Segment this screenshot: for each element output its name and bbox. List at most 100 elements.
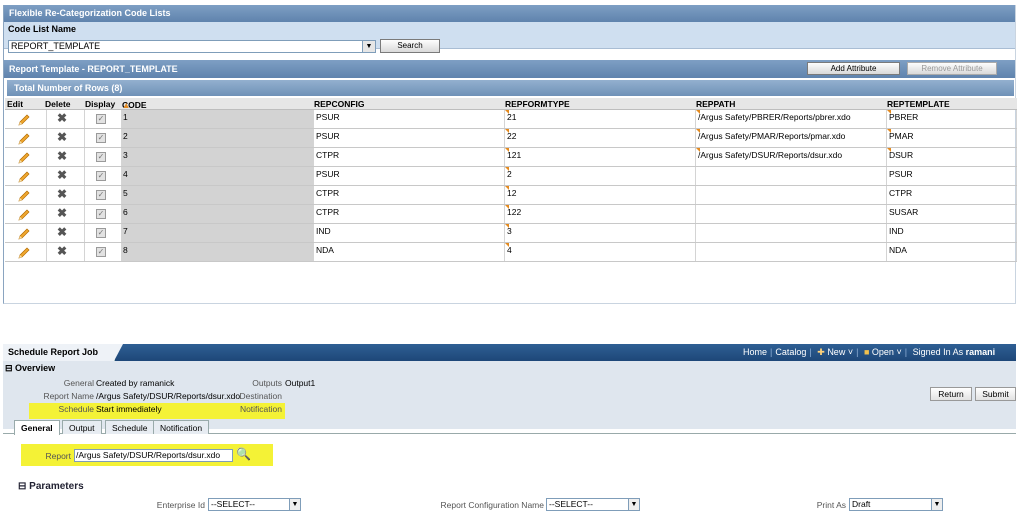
new-menu[interactable]: New bbox=[827, 347, 845, 357]
cell-repformtype[interactable]: 12 bbox=[505, 186, 696, 204]
submit-button[interactable]: Submit bbox=[975, 387, 1016, 401]
report-config-select[interactable]: --SELECT-- ▼ bbox=[546, 498, 640, 511]
cell-repformtype[interactable]: 21 bbox=[505, 110, 696, 128]
tab-notification[interactable]: Notification bbox=[153, 420, 210, 434]
tab-general[interactable]: General bbox=[14, 420, 60, 435]
code-list-select[interactable]: REPORT_TEMPLATE ▼ bbox=[8, 40, 376, 53]
cell-code[interactable]: 4 bbox=[121, 167, 314, 185]
col-repconfig[interactable]: REPCONFIG bbox=[314, 99, 365, 109]
table-row[interactable]: ✖ ✓ 1 PSUR 21/Argus Safety/PBRER/Reports/pbr… bbox=[5, 110, 1017, 129]
add-attribute-button[interactable]: Add Attribute bbox=[807, 62, 900, 75]
cell-code[interactable]: 2 bbox=[121, 129, 314, 147]
cell-repconfig[interactable]: CTPR bbox=[314, 186, 505, 204]
chevron-down-icon[interactable]: ▼ bbox=[362, 41, 375, 52]
cell-repconfig[interactable]: CTPR bbox=[314, 148, 505, 166]
user-name[interactable]: ramani bbox=[966, 347, 996, 357]
delete-icon[interactable]: ✖ bbox=[57, 226, 67, 238]
cell-reptemplate[interactable]: SUSAR bbox=[887, 205, 1017, 223]
cell-reppath[interactable]: /Argus Safety/PBRER/Reports/pbrer.xdo bbox=[696, 110, 887, 128]
edit-pencil-icon[interactable] bbox=[17, 113, 31, 127]
cell-code[interactable]: 3 bbox=[121, 148, 314, 166]
col-reptemplate[interactable]: REPTEMPLATE bbox=[887, 99, 950, 109]
cell-reptemplate[interactable]: CTPR bbox=[887, 186, 1017, 204]
cell-reppath[interactable] bbox=[696, 243, 887, 261]
cell-code[interactable]: 5 bbox=[121, 186, 314, 204]
cell-code[interactable]: 1 bbox=[121, 110, 314, 128]
cell-reptemplate[interactable]: PBRER bbox=[887, 110, 1017, 128]
parameters-title[interactable]: ⊟ Parameters bbox=[18, 481, 84, 492]
cell-reppath[interactable] bbox=[696, 167, 887, 185]
edit-pencil-icon[interactable] bbox=[17, 132, 31, 146]
edit-pencil-icon[interactable] bbox=[17, 189, 31, 203]
delete-icon[interactable]: ✖ bbox=[57, 207, 67, 219]
cell-repformtype[interactable]: 2 bbox=[505, 167, 696, 185]
chevron-down-icon[interactable]: ˅ bbox=[848, 347, 853, 357]
edit-pencil-icon[interactable] bbox=[17, 208, 31, 222]
cell-code[interactable]: 8 bbox=[121, 243, 314, 261]
overview-title[interactable]: ⊟ Overview bbox=[5, 363, 55, 374]
delete-icon[interactable]: ✖ bbox=[57, 150, 67, 162]
chevron-down-icon[interactable]: ˅ bbox=[896, 347, 901, 357]
chevron-down-icon[interactable]: ▼ bbox=[931, 499, 942, 510]
cell-reptemplate[interactable]: DSUR bbox=[887, 148, 1017, 166]
cell-repformtype[interactable]: 4 bbox=[505, 243, 696, 261]
display-checkbox[interactable]: ✓ bbox=[96, 152, 106, 162]
cell-repformtype[interactable]: 3 bbox=[505, 224, 696, 242]
display-checkbox[interactable]: ✓ bbox=[96, 247, 106, 257]
chevron-down-icon[interactable]: ▼ bbox=[289, 499, 300, 510]
cell-repconfig[interactable]: PSUR bbox=[314, 110, 505, 128]
cell-repconfig[interactable]: IND bbox=[314, 224, 505, 242]
cell-reppath[interactable] bbox=[696, 186, 887, 204]
table-row[interactable]: ✖ ✓ 8 NDA 4 NDA bbox=[5, 243, 1017, 262]
edit-pencil-icon[interactable] bbox=[17, 170, 31, 184]
search-icon[interactable]: 🔍 bbox=[236, 447, 251, 461]
table-row[interactable]: ✖ ✓ 3 CTPR 121/Argus Safety/DSUR/Reports/dsu… bbox=[5, 148, 1017, 167]
cell-reptemplate[interactable]: PMAR bbox=[887, 129, 1017, 147]
cell-repconfig[interactable]: PSUR bbox=[314, 167, 505, 185]
schedule-report-tab[interactable]: Schedule Report Job bbox=[3, 344, 123, 361]
display-checkbox[interactable]: ✓ bbox=[96, 133, 106, 143]
display-checkbox[interactable]: ✓ bbox=[96, 171, 106, 181]
edit-pencil-icon[interactable] bbox=[17, 151, 31, 165]
delete-icon[interactable]: ✖ bbox=[57, 245, 67, 257]
cell-repformtype[interactable]: 121 bbox=[505, 148, 696, 166]
cell-repformtype[interactable]: 22 bbox=[505, 129, 696, 147]
remove-attribute-button[interactable]: Remove Attribute bbox=[907, 62, 997, 75]
cell-reptemplate[interactable]: PSUR bbox=[887, 167, 1017, 185]
search-button[interactable]: Search bbox=[380, 39, 440, 53]
cell-repconfig[interactable]: NDA bbox=[314, 243, 505, 261]
delete-icon[interactable]: ✖ bbox=[57, 112, 67, 124]
display-checkbox[interactable]: ✓ bbox=[96, 228, 106, 238]
catalog-link[interactable]: Catalog bbox=[775, 347, 806, 357]
delete-icon[interactable]: ✖ bbox=[57, 131, 67, 143]
cell-reppath[interactable]: /Argus Safety/DSUR/Reports/dsur.xdo bbox=[696, 148, 887, 166]
enterprise-id-select[interactable]: --SELECT-- ▼ bbox=[208, 498, 301, 511]
edit-pencil-icon[interactable] bbox=[17, 227, 31, 241]
cell-repconfig[interactable]: CTPR bbox=[314, 205, 505, 223]
table-row[interactable]: ✖ ✓ 7 IND 3 IND bbox=[5, 224, 1017, 243]
cell-code[interactable]: 6 bbox=[121, 205, 314, 223]
table-row[interactable]: ✖ ✓ 4 PSUR 2 PSUR bbox=[5, 167, 1017, 186]
cell-reppath[interactable]: /Argus Safety/PMAR/Reports/pmar.xdo bbox=[696, 129, 887, 147]
tab-output[interactable]: Output bbox=[62, 420, 102, 434]
cell-reppath[interactable] bbox=[696, 224, 887, 242]
cell-repformtype[interactable]: 122 bbox=[505, 205, 696, 223]
home-link[interactable]: Home bbox=[743, 347, 767, 357]
display-checkbox[interactable]: ✓ bbox=[96, 190, 106, 200]
cell-reptemplate[interactable]: NDA bbox=[887, 243, 1017, 261]
display-checkbox[interactable]: ✓ bbox=[96, 209, 106, 219]
cell-code[interactable]: 7 bbox=[121, 224, 314, 242]
table-row[interactable]: ✖ ✓ 5 CTPR 12 CTPR bbox=[5, 186, 1017, 205]
chevron-down-icon[interactable]: ▼ bbox=[628, 499, 639, 510]
cell-repconfig[interactable]: PSUR bbox=[314, 129, 505, 147]
return-button[interactable]: Return bbox=[930, 387, 972, 401]
col-repformtype[interactable]: REPFORMTYPE bbox=[505, 99, 570, 109]
edit-pencil-icon[interactable] bbox=[17, 246, 31, 260]
display-checkbox[interactable]: ✓ bbox=[96, 114, 106, 124]
cell-reptemplate[interactable]: IND bbox=[887, 224, 1017, 242]
col-reppath[interactable]: REPPATH bbox=[696, 99, 735, 109]
open-menu[interactable]: Open bbox=[872, 347, 894, 357]
print-as-select[interactable]: Draft ▼ bbox=[849, 498, 943, 511]
cell-reppath[interactable] bbox=[696, 205, 887, 223]
delete-icon[interactable]: ✖ bbox=[57, 188, 67, 200]
